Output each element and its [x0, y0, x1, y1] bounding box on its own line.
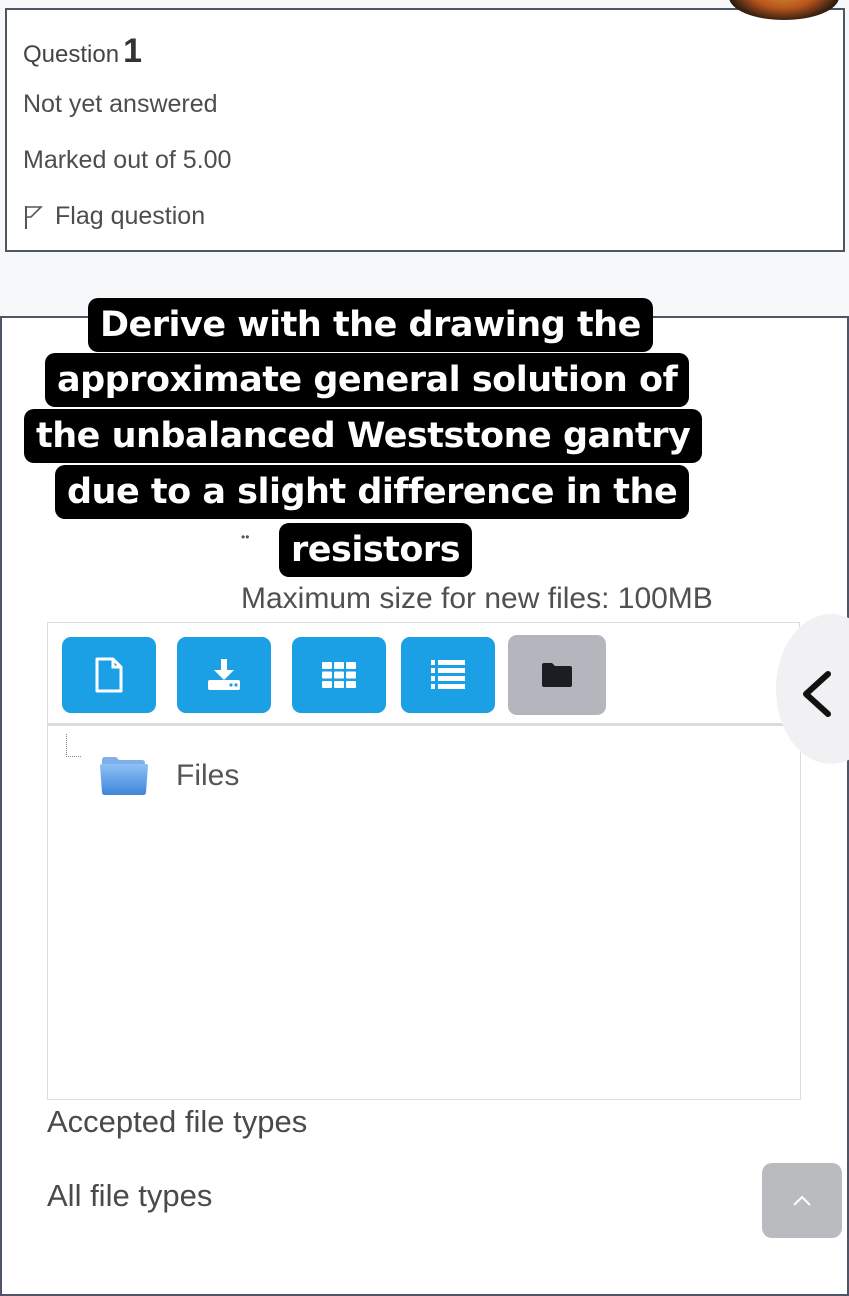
question-heading: Question 1 [23, 32, 142, 71]
question-number: 1 [123, 32, 142, 70]
answer-status: Not yet answered [23, 90, 218, 118]
download-all-button[interactable] [177, 637, 271, 713]
file-icon [95, 657, 123, 693]
file-picker-area[interactable]: Files [47, 726, 801, 1100]
accepted-file-types-value: All file types [47, 1178, 213, 1213]
grid-icon [322, 662, 356, 688]
chevron-up-icon [793, 1195, 811, 1206]
view-details-button[interactable] [401, 637, 495, 713]
marks-info: Marked out of 5.00 [23, 146, 232, 174]
question-info-panel: Question 1 Not yet answered Marked out of… [5, 8, 845, 252]
max-file-size: Maximum size for new files: 100MB [241, 582, 713, 615]
file-picker-toolbar [47, 622, 800, 726]
flag-icon [25, 205, 43, 229]
accepted-file-types-label: Accepted file types [47, 1104, 308, 1139]
folder-icon [542, 663, 572, 687]
question-label: Question [23, 41, 120, 68]
caption-line: due to a slight difference in the [55, 465, 690, 519]
view-tree-button[interactable] [508, 635, 606, 715]
view-icons-button[interactable] [292, 637, 386, 713]
caption-line: the unbalanced Weststone gantry [24, 409, 703, 463]
tree-connector [66, 734, 81, 757]
download-icon [208, 659, 240, 690]
folder-icon [100, 757, 148, 795]
caption-line: Derive with the drawing the [88, 298, 653, 352]
flag-question-link[interactable]: Flag question [23, 202, 205, 231]
drag-handle-dots: •• [241, 530, 250, 544]
chevron-left-icon [803, 671, 831, 717]
caption-line: resistors [279, 523, 473, 577]
files-folder-node[interactable]: Files [98, 754, 239, 798]
files-folder-label: Files [176, 759, 240, 792]
list-icon [431, 660, 465, 689]
caption-line: approximate general solution of [45, 353, 690, 407]
flag-question-label: Flag question [55, 202, 206, 230]
add-file-button[interactable] [62, 637, 156, 713]
back-to-top-button[interactable] [762, 1163, 842, 1238]
